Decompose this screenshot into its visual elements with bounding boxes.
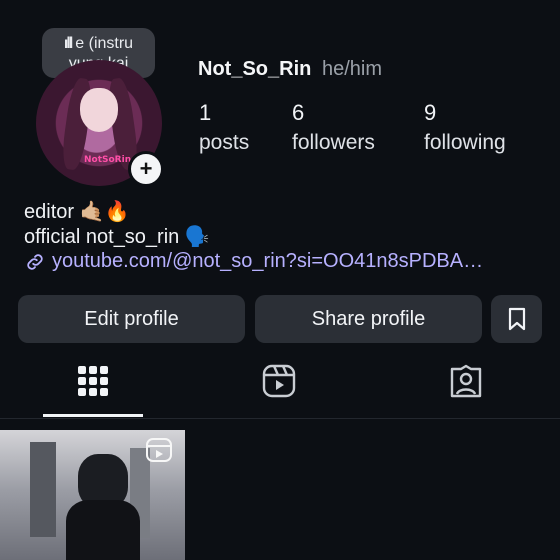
grid-icon	[78, 366, 108, 396]
stat-following-count[interactable]: 9	[424, 100, 436, 126]
bio-emoji-2: 🗣️	[184, 224, 210, 248]
add-story-button[interactable]: +	[128, 151, 164, 187]
saved-button[interactable]	[491, 295, 542, 343]
active-tab-indicator	[43, 414, 143, 417]
post-thumbnail[interactable]	[0, 430, 185, 560]
bio-emoji-1: 🤙🏼🔥	[79, 199, 130, 223]
bio-link-text[interactable]: youtube.com/@not_so_rin?si=OO41n8sPDBA…	[52, 250, 483, 273]
bio-line-2: official not_so_rin 🗣️	[24, 224, 210, 249]
edit-profile-button[interactable]: Edit profile	[18, 295, 245, 343]
bio-text-2: official not_so_rin	[24, 226, 180, 248]
tab-posts[interactable]	[76, 364, 110, 398]
avatar-watermark: NotSoRin	[84, 155, 132, 165]
bookmark-icon	[508, 307, 525, 331]
tagged-icon	[450, 364, 482, 398]
pronouns: he/him	[322, 58, 383, 80]
note-text-line1: e (instru	[75, 35, 134, 52]
tab-tagged[interactable]	[449, 364, 483, 398]
username: Not_So_Rin	[198, 58, 312, 80]
link-icon	[27, 253, 43, 270]
tab-reels[interactable]	[262, 364, 296, 398]
plus-icon: +	[139, 156, 153, 181]
stat-posts-label[interactable]: posts	[199, 131, 249, 155]
bio-link[interactable]: youtube.com/@not_so_rin?si=OO41n8sPDBA…	[24, 250, 483, 273]
reel-indicator-icon	[146, 438, 172, 462]
stat-followers-label[interactable]: followers	[292, 131, 375, 155]
stat-followers-count[interactable]: 6	[292, 100, 304, 126]
stat-following-label[interactable]: following	[424, 131, 506, 155]
tab-divider	[0, 418, 560, 419]
bio-line-1: editor 🤙🏼🔥	[24, 199, 129, 224]
reels-icon	[262, 364, 296, 398]
bio-text-1: editor	[24, 201, 75, 223]
share-profile-button[interactable]: Share profile	[255, 295, 482, 343]
stat-posts-count[interactable]: 1	[199, 100, 211, 126]
music-bars-icon: ıll	[63, 35, 73, 52]
